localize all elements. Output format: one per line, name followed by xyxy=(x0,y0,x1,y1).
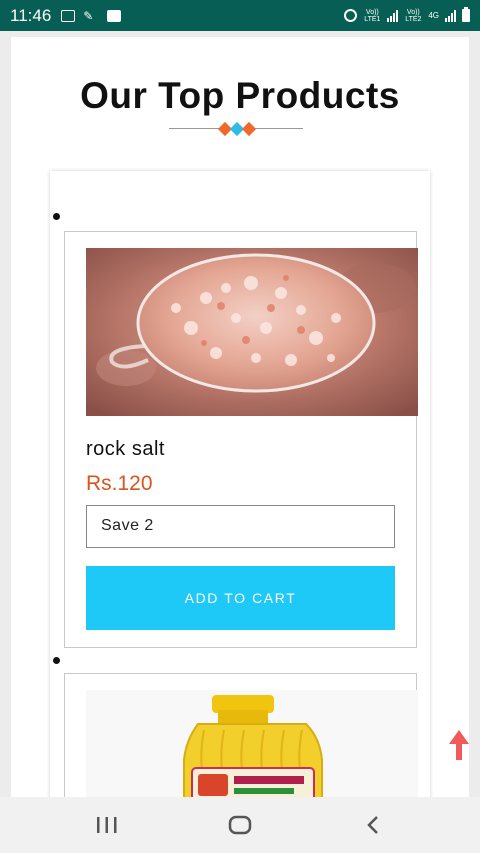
recent-apps-icon xyxy=(96,817,117,833)
add-to-cart-button[interactable]: ADD TO CART xyxy=(86,566,395,630)
list-bullet xyxy=(53,657,60,664)
scroll-to-top-icon[interactable] xyxy=(448,729,469,761)
variant-select[interactable]: Save 2 xyxy=(86,505,395,548)
back-icon xyxy=(367,816,379,834)
rock-salt-photo xyxy=(86,248,418,416)
product-image[interactable] xyxy=(86,690,418,797)
status-bar: 11:46 ✎ Vo)) LTE1 Vo)) LTE2 4G xyxy=(0,0,480,31)
home-icon xyxy=(228,815,252,835)
signal-icon xyxy=(387,9,399,22)
back-button[interactable] xyxy=(343,805,403,845)
magic-wand-icon: ✎ xyxy=(83,8,94,23)
product-image[interactable] xyxy=(86,248,418,416)
page: Our Top Products rock salt Rs.120 Save 2… xyxy=(11,37,469,797)
checkbox-icon xyxy=(107,9,122,22)
image-icon xyxy=(61,9,76,22)
list-bullet xyxy=(53,213,60,220)
navigation-bar xyxy=(0,797,480,853)
product-price: Rs.120 xyxy=(86,472,153,495)
section-title: Our Top Products xyxy=(80,75,400,116)
network-type: 4G xyxy=(428,11,439,20)
oil-jar-photo xyxy=(86,690,418,797)
sim2-label: Vo)) LTE2 xyxy=(405,8,422,23)
status-time: 11:46 xyxy=(10,5,52,25)
product-card[interactable]: rock salt Rs.120 Save 2 ADD TO CART xyxy=(64,231,418,648)
notification-icons: ✎ xyxy=(61,8,122,23)
battery-icon xyxy=(462,7,470,22)
diamond-icon xyxy=(241,121,257,137)
system-icons: Vo)) LTE1 Vo)) LTE2 4G xyxy=(344,7,470,23)
home-button[interactable] xyxy=(210,805,270,845)
product-name[interactable]: rock salt xyxy=(86,438,165,461)
product-card[interactable] xyxy=(64,673,418,797)
signal-icon xyxy=(445,9,456,22)
recent-apps-button[interactable] xyxy=(77,805,137,845)
product-list: rock salt Rs.120 Save 2 ADD TO CART xyxy=(50,171,430,797)
divider-diamonds xyxy=(217,121,257,137)
sim1-label: Vo)) LTE1 xyxy=(364,8,381,23)
alarm-icon xyxy=(344,9,358,22)
